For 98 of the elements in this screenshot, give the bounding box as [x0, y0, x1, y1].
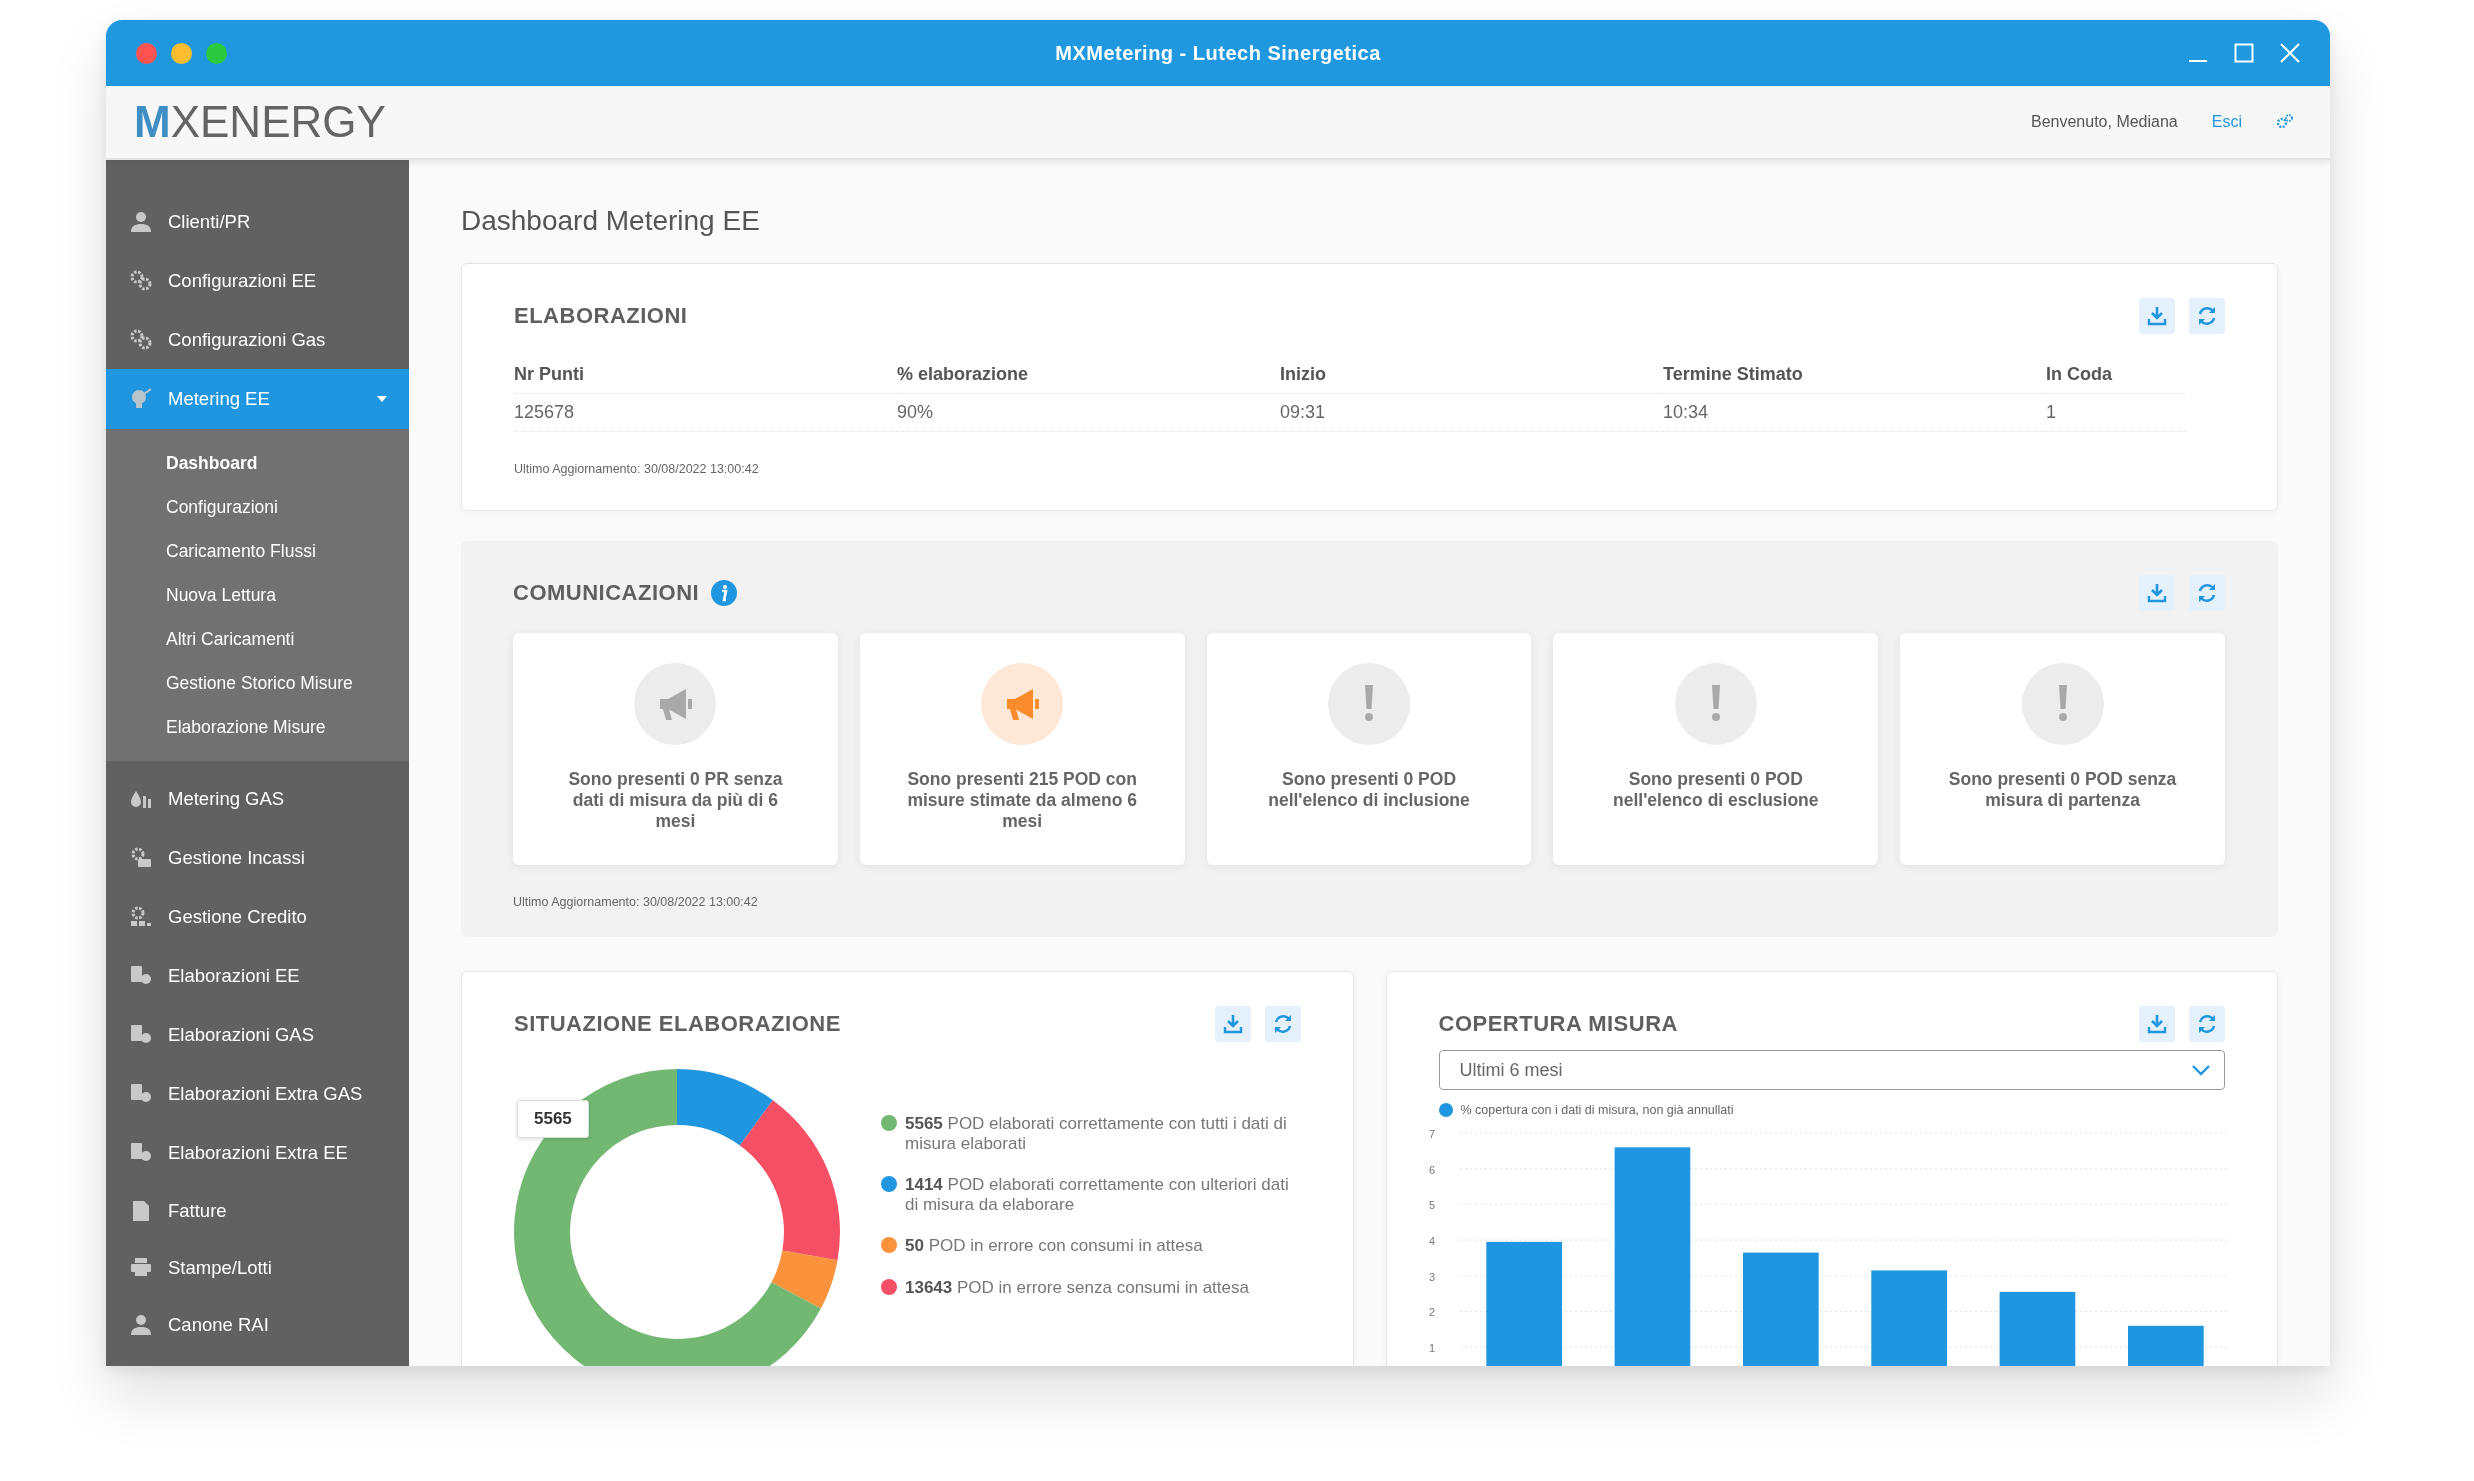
sidebar-item[interactable]: Canone RAI — [106, 1296, 409, 1353]
submenu-item[interactable]: Altri Caricamenti — [106, 617, 295, 661]
download-button[interactable] — [2139, 1006, 2175, 1042]
notice-text: Sono presenti 0 POD senza misura di partenza — [1947, 769, 2178, 811]
last-update-text: Ultimo Aggiornamento: 30/08/2022 13:00:42 — [514, 462, 760, 476]
notice-card[interactable]: Sono presenti 215 POD con misure stimate da almeno 6 mesi — [859, 633, 1185, 865]
legend-text: 1414 POD elaborati correttamente con ulteriori dati di misura da elaborare — [905, 1175, 1290, 1215]
download-icon — [1222, 1014, 1243, 1034]
minimize-dot[interactable] — [171, 42, 192, 64]
legend-text: 50 POD in errore con consumi in attesa — [905, 1236, 1203, 1256]
refresh-icon — [2196, 305, 2218, 327]
legend-text: 5565 POD elaborati correttamente con tutti i dati di misura elaborati — [905, 1114, 1288, 1154]
close-dot[interactable] — [136, 42, 157, 64]
submenu-item[interactable]: Nuova Lettura — [106, 573, 276, 617]
value-tooltip: 5565 — [517, 1100, 589, 1138]
welcome-text: Benvenuto, Mediana — [2031, 113, 2178, 131]
sidebar-item[interactable]: Fatture — [106, 1182, 409, 1239]
notice-card[interactable]: Sono presenti 0 POD senza misura di partenza — [1900, 633, 2225, 865]
legend-text: % copertura con i dati di misura, non già annullati — [1460, 1102, 1734, 1117]
logo: MXENERGY — [134, 100, 386, 144]
download-button[interactable] — [2139, 575, 2175, 611]
window-title: MXMetering - Lutech Sinergetica — [1054, 41, 1382, 65]
axis-tick-label: 5 — [1428, 1199, 1435, 1212]
person-icon — [130, 210, 152, 233]
notice-card[interactable]: Sono presenti 0 POD nell'elenco di esclusione — [1553, 633, 1879, 865]
refresh-button[interactable] — [2189, 575, 2225, 611]
period-dropdown[interactable]: Ultimi 6 mesi — [1438, 1050, 2225, 1090]
submenu-item[interactable]: Dashboard — [106, 441, 258, 485]
download-icon — [2147, 583, 2167, 603]
sidebar-item[interactable]: Elaborazioni Extra EE — [106, 1123, 409, 1182]
logout-link[interactable]: Esci — [2211, 113, 2242, 131]
section-title: COPERTURA MISURA — [1438, 1011, 1678, 1037]
axis-tick-label: 6 — [1428, 1163, 1435, 1176]
printer-icon — [130, 1256, 152, 1279]
last-update-text: Ultimo Aggiornamento: 30/08/2022 13:00:42 — [513, 895, 759, 909]
download-button[interactable] — [1214, 1006, 1251, 1042]
submenu-item[interactable]: Configurazioni — [106, 485, 278, 529]
column-header: Inizio — [1280, 356, 1663, 394]
page-title: Dashboard Metering EE — [461, 205, 761, 237]
settings-icon[interactable] — [2276, 113, 2294, 131]
refresh-button[interactable] — [1264, 1006, 1301, 1042]
gear-icon — [130, 846, 152, 869]
gears-icon — [130, 328, 152, 351]
axis-tick-label: 4 — [1428, 1235, 1435, 1248]
refresh-button[interactable] — [2189, 298, 2225, 334]
table-cell: 90% — [897, 394, 1280, 432]
zoom-dot[interactable] — [206, 42, 227, 64]
notice-text: Sono presenti 215 POD con misure stimate da almeno 6 mesi — [906, 769, 1138, 832]
section-title: ELABORAZIONI — [514, 303, 688, 329]
table-cell: 10:34 — [1663, 394, 2046, 432]
download-icon — [2147, 306, 2167, 326]
notice-text: Sono presenti 0 POD nell'elenco di inclusione — [1267, 769, 1471, 811]
notice-card[interactable]: Sono presenti 0 PR senza dati di misura da più di 6 mesi — [513, 633, 838, 865]
person-icon — [130, 1313, 152, 1336]
submenu-item[interactable]: Caricamento Flussi — [106, 529, 316, 573]
sidebar-item[interactable]: Gestione Incassi — [106, 828, 409, 887]
sidebar-item[interactable]: Configurazioni Gas — [106, 310, 409, 369]
submenu-item[interactable]: Gestione Storico Misure — [106, 661, 353, 705]
column-header: In Coda — [2046, 356, 2185, 394]
table-cell: 1 — [2046, 394, 2185, 432]
notice-text: Sono presenti 0 PR senza dati di misura da più di 6 mesi — [567, 769, 784, 832]
table-cell: 09:31 — [1280, 394, 1663, 432]
axis-tick-label: 2 — [1428, 1306, 1435, 1319]
chevron-down-icon — [2192, 1064, 2210, 1076]
lightbulb-icon — [130, 388, 152, 410]
refresh-icon — [2196, 582, 2218, 604]
close-icon[interactable] — [2280, 43, 2300, 63]
sidebar-item[interactable]: Clienti/PR — [106, 192, 409, 251]
submenu-item[interactable]: Elaborazione Misure — [106, 705, 326, 749]
download-icon — [2147, 1014, 2167, 1034]
maximize-icon[interactable] — [2234, 43, 2254, 63]
legend-text: 13643 POD in errore senza consumi in attesa — [905, 1277, 1249, 1298]
notice-card[interactable]: Sono presenti 0 POD nell'elenco di inclusione — [1206, 633, 1532, 865]
refresh-button[interactable] — [2189, 1006, 2225, 1042]
table-cell: 125678 — [514, 394, 897, 432]
gear-icon — [130, 905, 152, 928]
document-icon — [130, 1199, 152, 1222]
sidebar-item[interactable]: Elaborazioni Extra GAS — [106, 1064, 409, 1123]
notice-text: Sono presenti 0 POD nell'elenco di esclusione — [1612, 769, 1820, 811]
sidebar-item[interactable]: Metering EE — [106, 369, 409, 429]
column-header: Nr Punti — [514, 356, 897, 394]
axis-tick-label: 3 — [1428, 1270, 1435, 1283]
section-title: COMUNICAZIONI — [513, 580, 700, 606]
sidebar-item[interactable]: Elaborazioni EE — [106, 946, 409, 1005]
gears-icon — [130, 269, 152, 292]
column-header: % elaborazione — [897, 356, 1280, 394]
axis-tick-label: 1 — [1428, 1342, 1435, 1355]
info-icon[interactable] — [711, 580, 738, 606]
sidebar-item[interactable]: Elaborazioni GAS — [106, 1005, 409, 1064]
sidebar-item[interactable]: Stampe/Lotti — [106, 1239, 409, 1296]
sidebar-item[interactable]: Metering GAS — [106, 769, 409, 828]
download-button[interactable] — [2139, 298, 2175, 334]
section-title: SITUAZIONE ELABORAZIONE — [514, 1011, 841, 1037]
axis-tick-label: 7 — [1428, 1128, 1435, 1140]
column-header: Termine Stimato — [1663, 356, 2046, 394]
sidebar-item[interactable]: Gestione Credito — [106, 887, 409, 946]
sidebar-item[interactable]: Configurazioni EE — [106, 251, 409, 310]
refresh-icon — [2196, 1013, 2218, 1035]
